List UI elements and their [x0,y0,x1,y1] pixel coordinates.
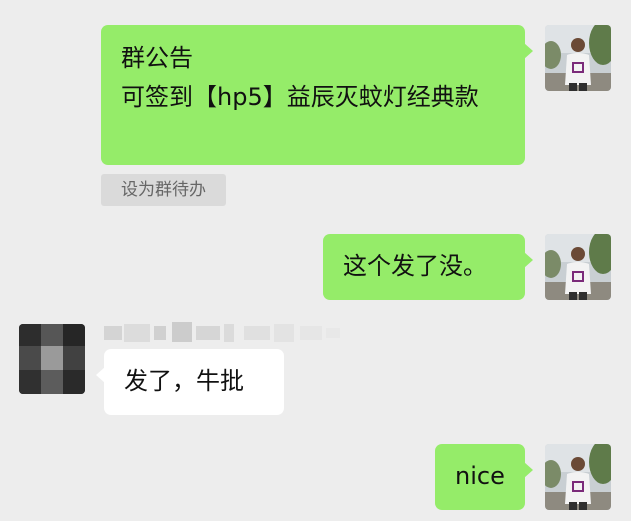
blurred-avatar-icon [19,324,85,394]
avatar-photo-icon [545,25,611,91]
message-text: 这个发了没。 [343,252,487,280]
avatar-photo-icon [545,234,611,300]
avatar-photo-icon [545,444,611,510]
message-text: 发了，牛批 [124,367,244,395]
sender-name-blurred [104,322,340,342]
message-text: nice [455,462,505,490]
announcement-title: 群公告 [121,44,193,72]
announcement-bubble[interactable]: 群公告 可签到【hp5】益辰灭蚊灯经典款 [101,25,533,165]
sender-avatar[interactable] [19,324,85,394]
message-bubble[interactable]: nice [435,444,533,510]
self-avatar[interactable] [545,444,611,510]
message-bubble[interactable]: 发了，牛批 [96,349,284,415]
self-avatar[interactable] [545,234,611,300]
announcement-body: 可签到【hp5】益辰灭蚊灯经典款 [121,83,479,111]
set-group-todo-button[interactable]: 设为群待办 [101,174,226,206]
self-avatar[interactable] [545,25,611,91]
message-bubble[interactable]: 这个发了没。 [323,234,533,300]
